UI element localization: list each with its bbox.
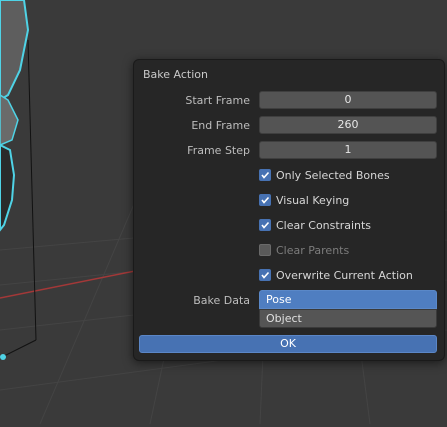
only-selected-bones-checkbox[interactable]: Only Selected Bones [259,166,390,184]
checkbox-checked-icon [259,169,271,181]
bake-action-dialog: Bake Action Start Frame 0 End Frame 260 … [133,59,445,361]
bake-data-option-pose[interactable]: Pose [259,290,437,309]
clear-constraints-checkbox[interactable]: Clear Constraints [259,216,371,234]
clear-parents-checkbox[interactable]: Clear Parents [259,241,349,259]
start-frame-field[interactable]: 0 [259,91,437,109]
end-frame-label: End Frame [191,119,250,132]
clear-parents-label: Clear Parents [276,243,350,257]
ok-button[interactable]: OK [139,335,437,353]
frame-step-label: Frame Step [187,144,250,157]
clear-constraints-label: Clear Constraints [276,218,372,232]
dialog-title: Bake Action [143,68,208,81]
x-axis-line [0,269,141,299]
overwrite-current-action-checkbox[interactable]: Overwrite Current Action [259,266,413,284]
start-frame-label: Start Frame [185,94,250,107]
only-selected-bones-label: Only Selected Bones [276,168,390,182]
overwrite-current-action-label: Overwrite Current Action [276,268,413,282]
checkbox-checked-icon [259,269,271,281]
selected-character[interactable] [0,0,30,360]
visual-keying-checkbox[interactable]: Visual Keying [259,191,349,209]
bake-data-option-object[interactable]: Object [259,309,437,328]
checkbox-unchecked-icon [259,244,271,256]
checkbox-checked-icon [259,194,271,206]
end-frame-field[interactable]: 260 [259,116,437,134]
bake-data-label: Bake Data [193,294,250,307]
checkbox-checked-icon [259,219,271,231]
frame-step-field[interactable]: 1 [259,141,437,159]
visual-keying-label: Visual Keying [276,193,350,207]
